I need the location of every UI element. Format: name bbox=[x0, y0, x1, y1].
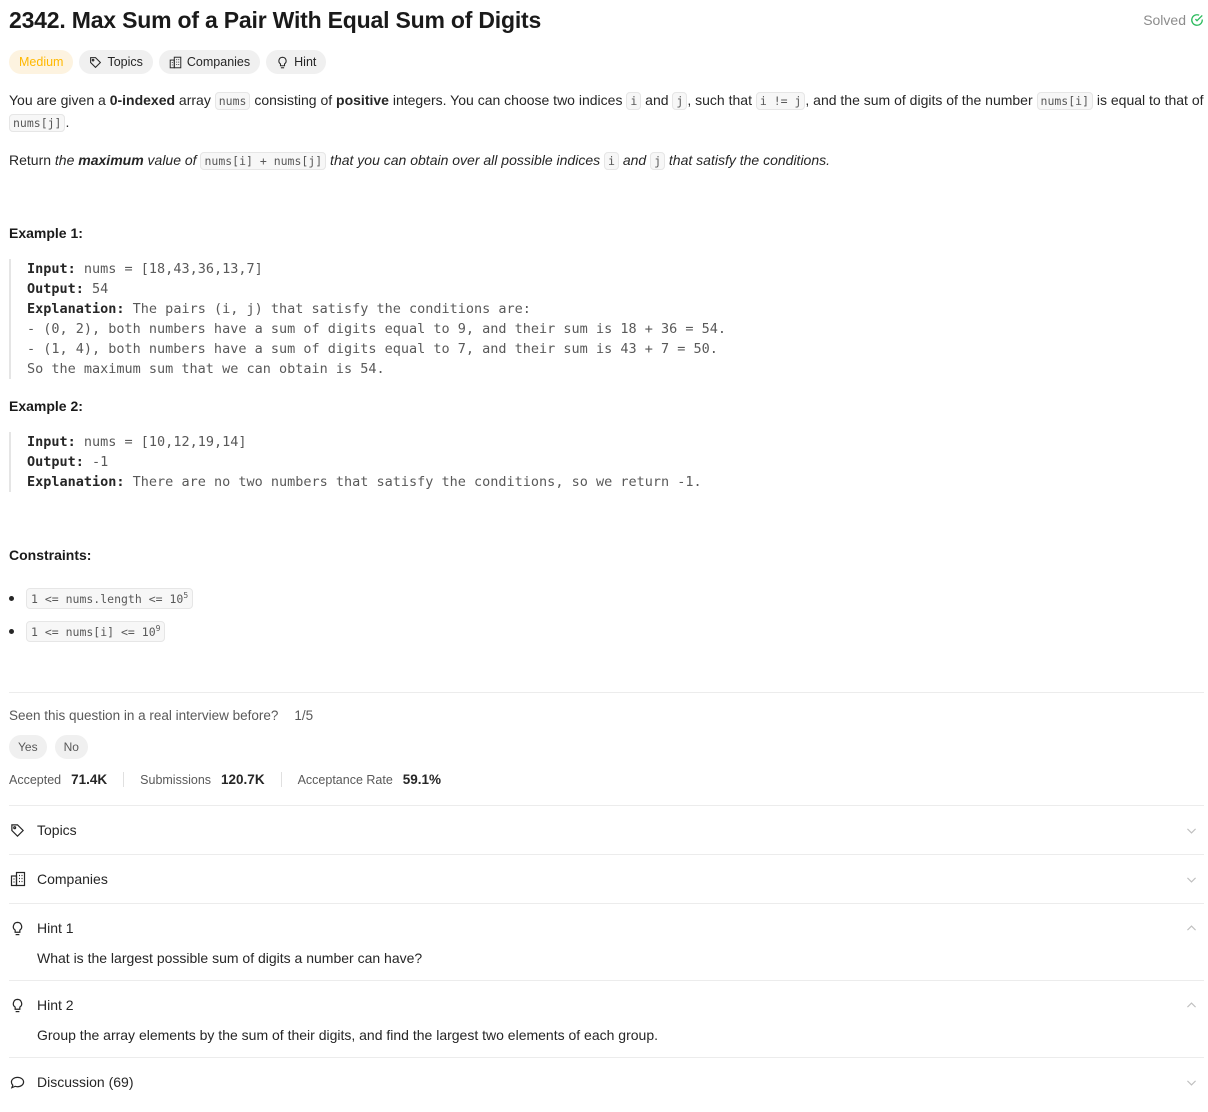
companies-section-header[interactable]: Companies bbox=[9, 867, 1204, 891]
tag-icon bbox=[90, 56, 102, 68]
divider bbox=[9, 1057, 1204, 1058]
solved-indicator: Solved bbox=[1143, 12, 1204, 28]
chevron-down-icon bbox=[1187, 877, 1196, 883]
companies-section-label: Companies bbox=[37, 871, 108, 887]
lightbulb-icon bbox=[278, 56, 287, 68]
hint-tag[interactable]: Hint bbox=[266, 50, 327, 74]
interview-question: Seen this question in a real interview b… bbox=[9, 708, 313, 723]
no-button[interactable]: No bbox=[54, 735, 88, 759]
hint-2-label: Hint 2 bbox=[37, 997, 74, 1013]
discussion-section-header[interactable]: Discussion (69) bbox=[9, 1070, 1204, 1094]
tag-icon bbox=[11, 823, 24, 837]
hint-1-section-header[interactable]: Hint 1 bbox=[9, 916, 1204, 940]
description-paragraph-2: Return the maximum value of nums[i] + nu… bbox=[9, 152, 831, 170]
tag-bar: Medium Topics Companies Hint bbox=[9, 50, 327, 74]
building-icon bbox=[169, 56, 182, 68]
divider bbox=[9, 805, 1204, 806]
topics-tag-label: Topics bbox=[107, 55, 143, 69]
constraints-title: Constraints: bbox=[9, 547, 92, 563]
problem-title: 2342. Max Sum of a Pair With Equal Sum o… bbox=[9, 7, 542, 33]
topics-section-label: Topics bbox=[37, 822, 77, 838]
divider bbox=[9, 854, 1204, 855]
hint-1-body: What is the largest possible sum of digi… bbox=[37, 950, 423, 966]
hint-tag-label: Hint bbox=[294, 55, 317, 69]
divider bbox=[9, 980, 1204, 981]
building-icon bbox=[10, 871, 25, 887]
title-row: 2342. Max Sum of a Pair With Equal Sum o… bbox=[9, 4, 1204, 38]
interview-question-text: Seen this question in a real interview b… bbox=[9, 708, 279, 723]
lightbulb-icon bbox=[12, 998, 23, 1012]
topics-section-header[interactable]: Topics bbox=[9, 818, 1204, 842]
submissions-stat: Submissions 120.7K bbox=[123, 772, 280, 787]
difficulty-badge: Medium bbox=[9, 50, 74, 74]
chevron-up-icon bbox=[1187, 1002, 1196, 1008]
divider bbox=[9, 692, 1204, 693]
stats-bar: Accepted 71.4K Submissions 120.7K Acceptan… bbox=[9, 772, 457, 787]
check-circle-icon bbox=[1191, 14, 1203, 26]
yes-button[interactable]: Yes bbox=[9, 735, 47, 759]
problem-description: You are given a 0-indexed array nums con… bbox=[9, 90, 1204, 188]
constraint-item: 1 <= nums.length <= 105 bbox=[9, 582, 194, 615]
lightbulb-icon bbox=[12, 921, 23, 935]
interview-buttons: Yes No bbox=[9, 735, 88, 759]
chevron-down-icon bbox=[1187, 828, 1196, 834]
example-1-title: Example 1: bbox=[9, 225, 83, 241]
example-2-title: Example 2: bbox=[9, 398, 83, 414]
example-2-block: Input: nums = [10,12,19,14] Output: -1 Exp… bbox=[9, 432, 702, 492]
accepted-stat: Accepted 71.4K bbox=[9, 772, 108, 787]
constraints-list: 1 <= nums.length <= 105 1 <= nums[i] <= … bbox=[9, 582, 194, 648]
discussion-label: Discussion (69) bbox=[37, 1074, 134, 1090]
interview-ratio: 1/5 bbox=[294, 708, 314, 723]
acceptance-rate-stat: Acceptance Rate 59.1% bbox=[280, 772, 457, 787]
hint-2-body: Group the array elements by the sum of t… bbox=[37, 1027, 659, 1043]
divider bbox=[9, 903, 1204, 904]
topics-tag[interactable]: Topics bbox=[79, 50, 153, 74]
constraint-item: 1 <= nums[i] <= 109 bbox=[9, 615, 193, 648]
bullet bbox=[9, 596, 14, 601]
chevron-up-icon bbox=[1187, 925, 1196, 931]
description-paragraph-1: You are given a 0-indexed array nums con… bbox=[9, 92, 1204, 132]
comment-icon bbox=[10, 1076, 25, 1089]
bullet bbox=[9, 629, 14, 634]
companies-tag[interactable]: Companies bbox=[158, 50, 261, 74]
solved-label: Solved bbox=[1143, 12, 1186, 28]
chevron-down-icon bbox=[1187, 1080, 1196, 1086]
hint-2-section-header[interactable]: Hint 2 bbox=[9, 993, 1204, 1017]
example-1-block: Input: nums = [18,43,36,13,7] Output: 54 E… bbox=[9, 259, 726, 379]
hint-1-label: Hint 1 bbox=[37, 920, 74, 936]
companies-tag-label: Companies bbox=[186, 55, 251, 69]
